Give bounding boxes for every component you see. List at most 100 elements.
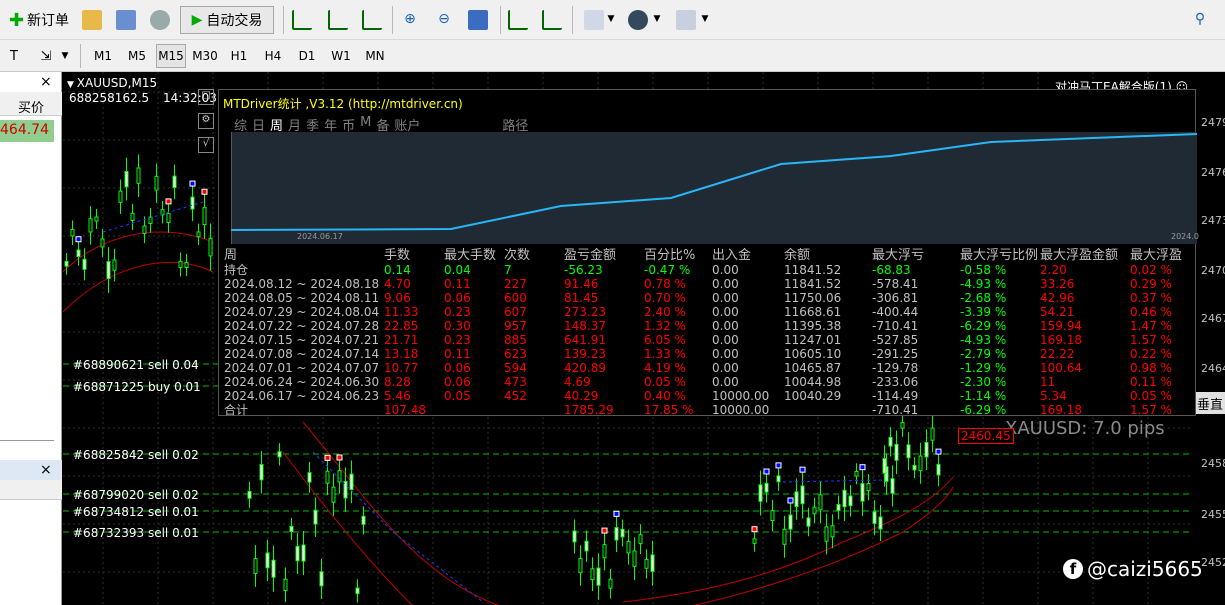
line-chart-icon[interactable] [362, 10, 382, 30]
stats-cell: 0.23 [444, 305, 471, 319]
trade-marker [859, 464, 866, 471]
candle-body [208, 237, 213, 257]
candle-body [620, 528, 625, 538]
signals-icon[interactable] [150, 10, 170, 30]
stats-cell: 0.06 [444, 375, 471, 389]
candle-body [930, 427, 935, 441]
auto-trade-button[interactable]: ▶ 自动交易 [180, 6, 274, 34]
candle-body [936, 463, 941, 476]
candle-body [882, 458, 887, 474]
arrows-tool-icon[interactable]: ⇲ [36, 46, 56, 66]
indicators-icon[interactable] [584, 10, 604, 30]
timeframe-w1[interactable]: W1 [326, 44, 356, 68]
text-tool-icon[interactable]: T [4, 46, 24, 66]
stats-cell: 452 [504, 389, 527, 403]
autoscroll-icon[interactable] [542, 10, 562, 30]
stats-cell: 0.11 [444, 347, 471, 361]
play-icon: ▶ [191, 12, 203, 28]
stats-cell: 0.40 % [644, 389, 686, 403]
timeframe-h1[interactable]: H1 [224, 44, 254, 68]
close-icon[interactable]: × [40, 74, 52, 90]
candle-body [906, 444, 911, 459]
candle-body [331, 486, 336, 503]
candle-body [638, 534, 643, 545]
stats-cell: 0.11 % [1130, 375, 1172, 389]
chart-shift-icon[interactable] [508, 10, 528, 30]
buy-price-value[interactable]: 464.74 [0, 120, 54, 142]
stats-cell: 10465.87 [784, 361, 842, 375]
candle-body [912, 464, 917, 471]
new-order-button[interactable]: ✚ 新订单 [4, 8, 74, 32]
timeframe-mn[interactable]: MN [360, 44, 390, 68]
candle-body [836, 504, 841, 511]
price-axis-label: 2467 [1201, 312, 1225, 325]
bar-chart-icon[interactable] [292, 10, 312, 30]
stats-cell: 0.06 [444, 361, 471, 375]
candle-body [154, 175, 159, 191]
main-toolbar: ✚ 新订单 ▶ 自动交易 ⊕ ⊖ ▼ ▼ ▼ ⚲ [0, 0, 1225, 40]
panel-check-icon[interactable]: √ [198, 137, 214, 153]
timeframe-m1[interactable]: M1 [88, 44, 118, 68]
chevron-down-icon[interactable]: ▼ [652, 12, 662, 26]
panel-settings-icon[interactable]: ⚙ [198, 113, 214, 129]
candle-body [172, 175, 177, 189]
stats-cell: 0.05 % [644, 375, 686, 389]
stats-cell: 227 [504, 277, 527, 291]
timeframe-d1[interactable]: D1 [292, 44, 322, 68]
stats-cell: 6.05 % [644, 333, 686, 347]
print-icon[interactable] [116, 10, 136, 30]
equity-curve: 2024.06.17 2024.0 [230, 132, 1199, 244]
trade-marker [751, 526, 758, 533]
timeframe-h4[interactable]: H4 [258, 44, 288, 68]
price-axis-label: 2476 [1201, 166, 1225, 179]
candle-body [118, 190, 123, 203]
history-icon[interactable] [82, 10, 102, 30]
chevron-down-icon[interactable]: ▼ [700, 12, 710, 26]
chevron-down-icon[interactable]: ▼ [606, 12, 616, 26]
panel-minimize-icon[interactable]: □ [198, 89, 214, 105]
stats-cell: -129.78 [872, 361, 919, 375]
timeframe-m15[interactable]: M15 [156, 44, 186, 68]
equity-svg [230, 132, 1198, 244]
candle-body [295, 545, 300, 562]
candle-body [265, 552, 270, 569]
candle-body [788, 514, 793, 530]
tile-windows-icon[interactable] [468, 10, 488, 30]
zoom-out-icon[interactable]: ⊖ [434, 9, 454, 29]
stats-cell: 2024.08.05 ~ 2024.08.11 [224, 291, 380, 305]
stats-cell: 0.05 [444, 389, 471, 403]
watermark: f @caizi5665 [1063, 557, 1203, 581]
spread-label: XAUUSD: 7.0 pips [1005, 418, 1165, 439]
stats-cell: 0.29 % [1130, 277, 1172, 291]
candle-body [202, 207, 207, 226]
vertical-button[interactable]: 垂直 [1195, 392, 1225, 414]
stats-cell: 600 [504, 291, 527, 305]
auto-trade-label: 自动交易 [206, 13, 263, 29]
stats-header-cell: 余额 [784, 248, 811, 263]
account-number: 688258162.5 [69, 91, 150, 105]
candle-body [872, 511, 877, 524]
candle-chart-icon[interactable] [328, 10, 348, 30]
clock-icon[interactable] [628, 10, 648, 30]
stats-cell: 169.18 [1040, 403, 1082, 417]
search-icon[interactable]: ⚲ [1190, 9, 1210, 29]
timeframe-toolbar: T ⇲ ▼ M1 M5 M15 M30 H1 H4 D1 W1 MN [0, 40, 1225, 72]
stats-header-cell: 周 [224, 248, 238, 263]
candle-body [283, 578, 288, 592]
price-tag: 2460.45 [958, 428, 1014, 444]
zoom-in-icon[interactable]: ⊕ [400, 9, 420, 29]
stats-cell: 0.00 [712, 347, 739, 361]
candle-body [313, 509, 318, 525]
chevron-down-icon[interactable]: ▼ [60, 49, 70, 63]
timeframe-m30[interactable]: M30 [190, 44, 220, 68]
timeframe-m5[interactable]: M5 [122, 44, 152, 68]
stats-cell: 0.06 [444, 291, 471, 305]
candle-body [596, 567, 601, 586]
close-icon[interactable]: × [40, 462, 52, 478]
stats-cell: 33.26 [1040, 277, 1075, 291]
equity-x-start: 2024.06.17 [297, 232, 343, 241]
equity-line [230, 133, 1198, 231]
templates-icon[interactable] [676, 10, 696, 30]
stats-cell: 2.20 [1040, 263, 1067, 277]
triangle-down-icon: ▼ [67, 80, 77, 90]
